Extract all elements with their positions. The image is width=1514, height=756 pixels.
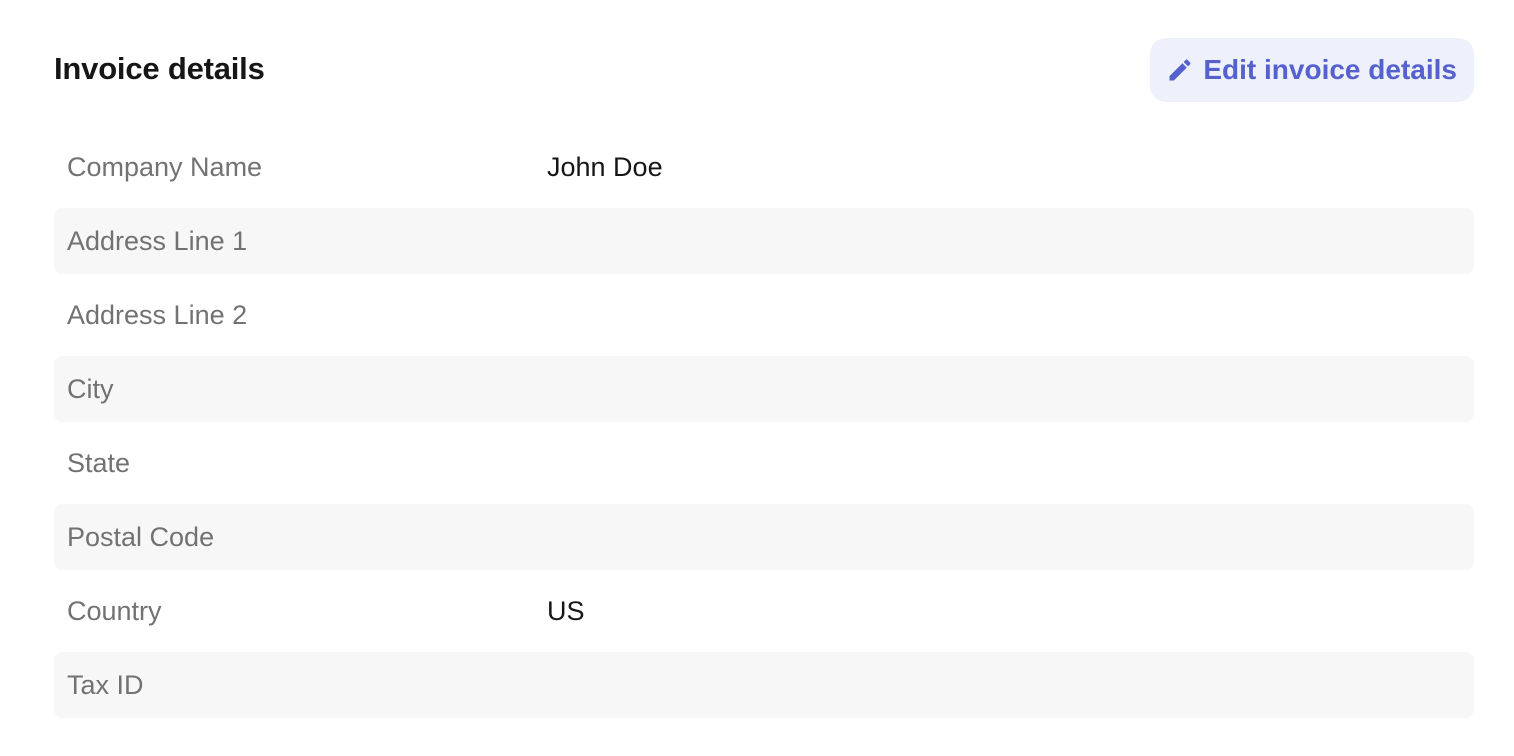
field-value: US bbox=[547, 595, 585, 626]
field-row-company-name: Company Name John Doe bbox=[54, 134, 1474, 200]
field-row-postal-code: Postal Code bbox=[54, 504, 1474, 570]
field-label: Country bbox=[67, 595, 162, 626]
field-row-country: Country US bbox=[54, 578, 1474, 644]
edit-invoice-details-label: Edit invoice details bbox=[1203, 54, 1457, 85]
field-label: Tax ID bbox=[67, 669, 144, 700]
pencil-icon bbox=[1166, 56, 1194, 84]
field-label: Address Line 2 bbox=[67, 299, 248, 330]
field-value: John Doe bbox=[547, 151, 663, 182]
field-label: City bbox=[67, 373, 114, 404]
page-title: Invoice details bbox=[54, 51, 265, 86]
field-label: State bbox=[67, 447, 131, 478]
field-row-tax-id: Tax ID bbox=[54, 652, 1474, 718]
field-label: Postal Code bbox=[67, 521, 215, 552]
field-row-state: State bbox=[54, 430, 1474, 496]
field-row-address-line-2: Address Line 2 bbox=[54, 282, 1474, 348]
field-row-address-line-1: Address Line 1 bbox=[54, 208, 1474, 274]
invoice-details-panel: Invoice details Edit invoice details Com… bbox=[54, 38, 1474, 718]
invoice-fields-list: Company Name John Doe Address Line 1 Add… bbox=[54, 134, 1474, 726]
field-label: Address Line 1 bbox=[67, 225, 248, 256]
field-row-city: City bbox=[54, 356, 1474, 422]
edit-invoice-details-button[interactable]: Edit invoice details bbox=[1150, 38, 1474, 102]
field-label: Company Name bbox=[67, 151, 263, 182]
invoice-details-header: Invoice details Edit invoice details bbox=[54, 38, 1474, 102]
